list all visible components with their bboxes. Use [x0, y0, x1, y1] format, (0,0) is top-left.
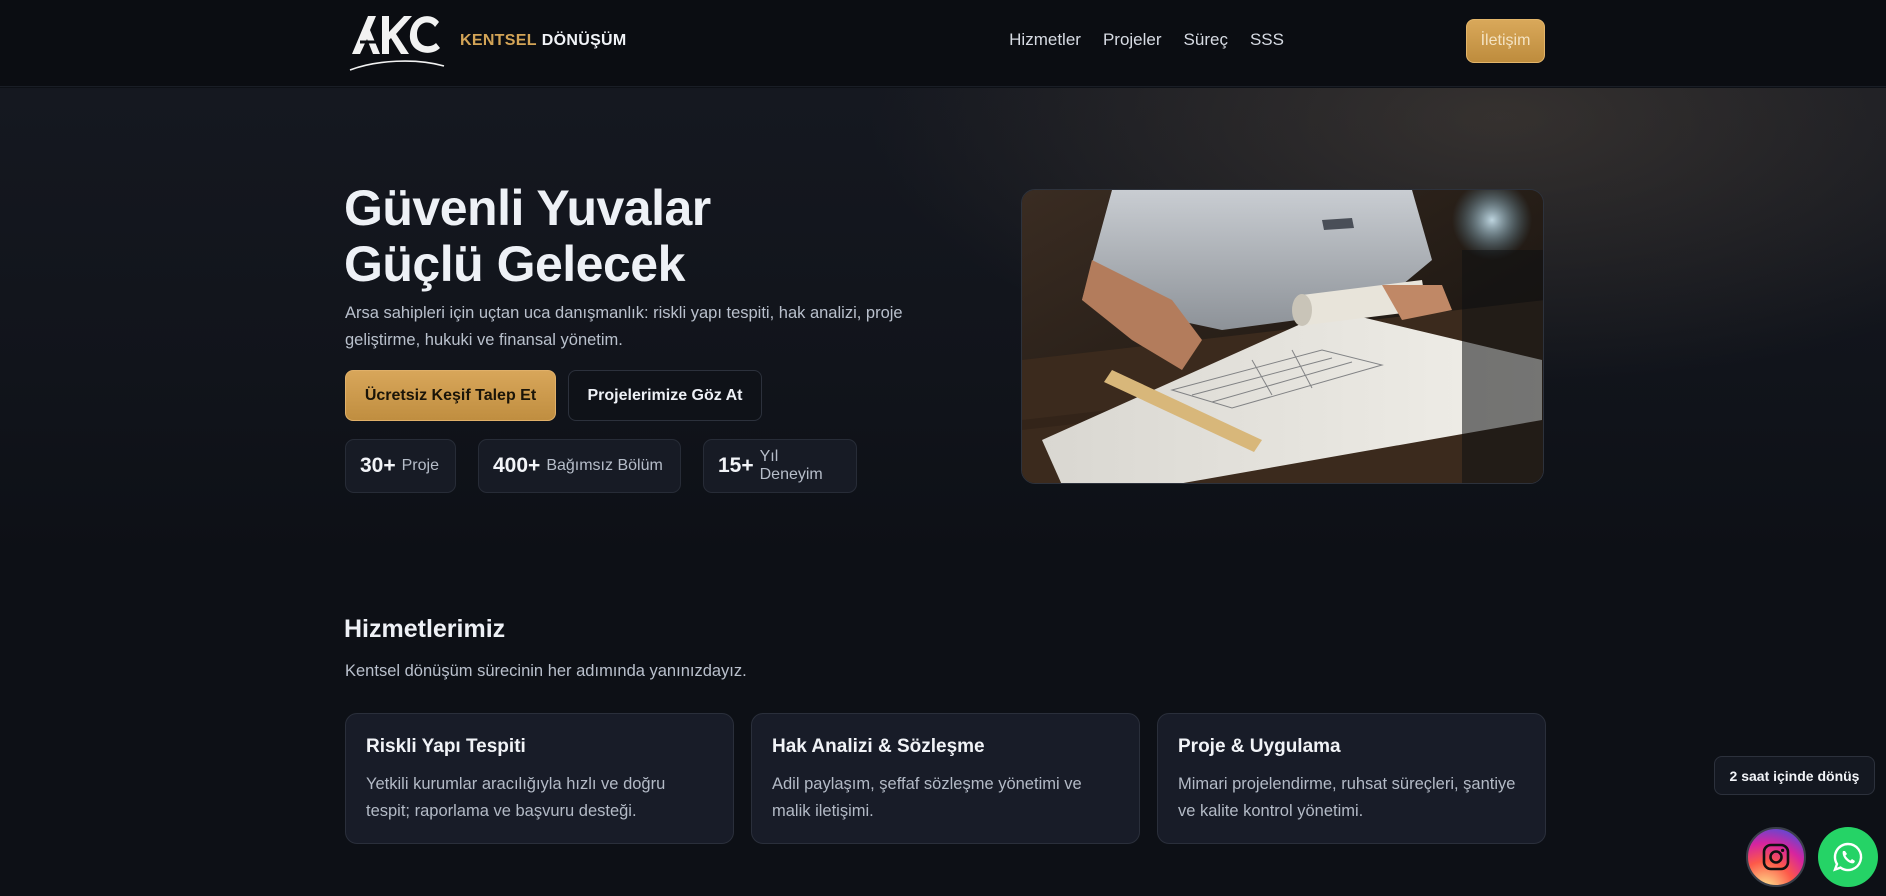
hero-title: Güvenli Yuvalar Güçlü Gelecek — [344, 180, 711, 292]
nav-link-surec[interactable]: Süreç — [1184, 30, 1228, 50]
service-card-project[interactable]: Proje & Uygulama Mimari projelendirme, r… — [1157, 713, 1546, 844]
main-nav: Hizmetler Projeler Süreç SSS — [1009, 30, 1284, 50]
stat-projects: 30+ Proje — [345, 439, 456, 493]
stat-experience: 15+ Yıl Deneyim — [703, 439, 857, 493]
hero-title-line-1: Güvenli Yuvalar — [344, 180, 711, 236]
stat-label: Bağımsız Bölüm — [546, 457, 663, 474]
card-title: Proje & Uygulama — [1178, 736, 1341, 757]
service-card-rights[interactable]: Hak Analizi & Sözleşme Adil paylaşım, şe… — [751, 713, 1140, 844]
akc-logo-icon — [349, 16, 445, 71]
card-title: Hak Analizi & Sözleşme — [772, 736, 985, 757]
services-title: Hizmetlerimiz — [344, 615, 506, 643]
response-time-badge: 2 saat içinde dönüş — [1714, 756, 1875, 795]
contact-button[interactable]: İletişim — [1466, 19, 1545, 63]
whatsapp-icon — [1833, 842, 1863, 872]
nav-link-sss[interactable]: SSS — [1250, 30, 1284, 50]
card-text: Yetkili kurumlar aracılığıyla hızlı ve d… — [366, 775, 666, 820]
services-subtitle: Kentsel dönüşüm sürecinin her adımında y… — [345, 662, 747, 680]
brand-name: KENTSEL DÖNÜŞÜM — [460, 32, 627, 50]
nav-link-projeler[interactable]: Projeler — [1103, 30, 1162, 50]
hero-section: Güvenli Yuvalar Güçlü Gelecek Arsa sahip… — [0, 88, 1886, 558]
stat-value: 15+ — [718, 454, 754, 477]
free-survey-button[interactable]: Ücretsiz Keşif Talep Et — [345, 370, 556, 421]
hero-subtitle: Arsa sahipleri için uçtan uca danışmanlı… — [345, 304, 903, 349]
card-text: Mimari projelendirme, ruhsat süreçleri, … — [1178, 775, 1516, 820]
stat-label: Proje — [401, 457, 439, 474]
card-title: Riskli Yapı Tespiti — [366, 736, 526, 757]
brand[interactable]: KENTSEL DÖNÜŞÜM — [346, 8, 627, 74]
instagram-button[interactable] — [1746, 827, 1806, 887]
brand-part-1: KENTSEL — [460, 32, 537, 49]
stat-value: 400+ — [493, 454, 541, 477]
service-card-risk[interactable]: Riskli Yapı Tespiti Yetkili kurumlar ara… — [345, 713, 734, 844]
stat-units: 400+ Bağımsız Bölüm — [478, 439, 681, 493]
stat-label: Yıl Deneyim — [759, 448, 823, 483]
nav-link-hizmetler[interactable]: Hizmetler — [1009, 30, 1081, 50]
view-projects-button[interactable]: Projelerimize Göz At — [568, 370, 762, 421]
card-text: Adil paylaşım, şeffaf sözleşme yönetimi … — [772, 775, 1082, 820]
page: KENTSEL DÖNÜŞÜM Hizmetler Projeler Süreç … — [0, 0, 1886, 896]
instagram-icon — [1762, 843, 1790, 871]
stat-value: 30+ — [360, 454, 396, 477]
whatsapp-button[interactable] — [1818, 827, 1878, 887]
brand-part-2: DÖNÜŞÜM — [541, 32, 627, 49]
architect-blueprint-photo — [1021, 189, 1544, 484]
site-header: KENTSEL DÖNÜŞÜM Hizmetler Projeler Süreç … — [0, 0, 1886, 87]
hero-title-line-2: Güçlü Gelecek — [344, 236, 685, 292]
